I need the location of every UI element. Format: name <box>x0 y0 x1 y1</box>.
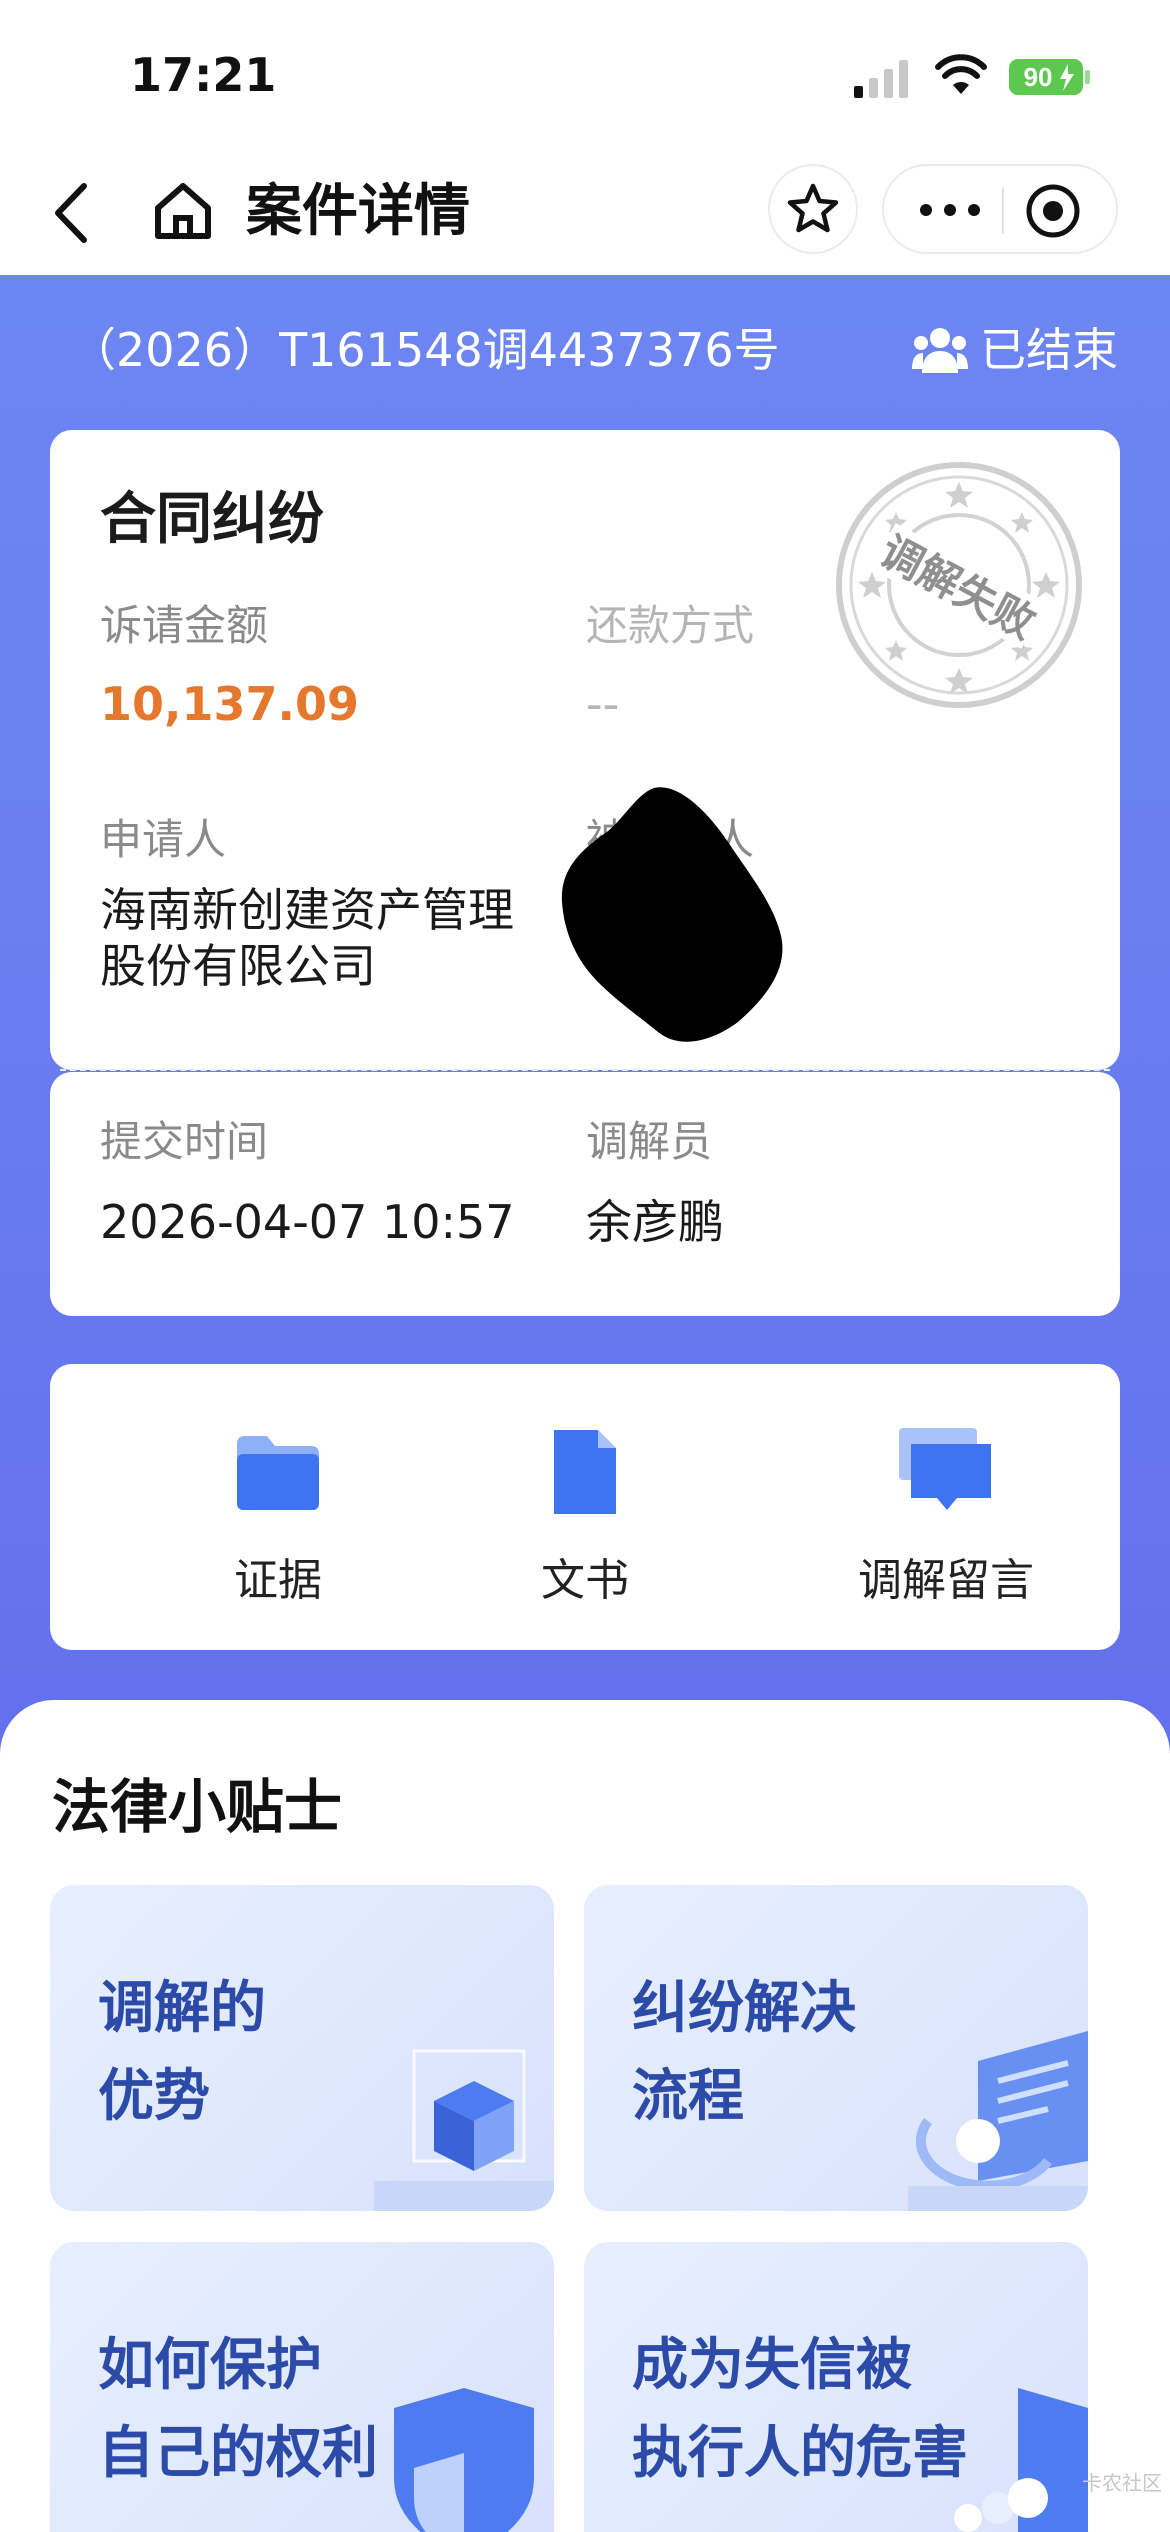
battery-icon: 90 <box>1009 59 1090 95</box>
case-meta-card: 提交时间 2026-04-07 10:57 调解员 余彦鹏 <box>50 1072 1120 1316</box>
battery-level: 90 <box>1024 62 1053 92</box>
case-actions-card: 证据 文书 调解留言 <box>50 1364 1120 1650</box>
tip-card-dishonest-debtor-risks[interactable]: 成为失信被 执行人的危害 <box>584 2242 1088 2532</box>
repayment-method-value: -- <box>586 677 620 731</box>
back-arrow-icon[interactable] <box>44 180 104 246</box>
tip-title: 纠纷解决 流程 <box>632 1976 856 2129</box>
star-icon <box>787 183 839 233</box>
case-detail-page: 17:21 90 案件详情 （2026）T161548调4437376号 已结束… <box>0 0 1170 2532</box>
home-icon[interactable] <box>150 178 216 244</box>
mediation-message-button[interactable]: 调解留言 <box>816 1422 1076 1622</box>
mediation-message-label: 调解留言 <box>858 1555 1034 1606</box>
message-icon <box>899 1428 991 1510</box>
tip-card-protect-rights[interactable]: 如何保护 自己的权利 <box>50 2242 554 2532</box>
shield-illustration-icon <box>394 2388 534 2532</box>
tip-card-mediation-advantages[interactable]: 调解的 优势 <box>50 1885 554 2211</box>
case-status-badge: 已结束 <box>912 320 1118 380</box>
status-bar: 17:21 90 <box>0 0 1170 150</box>
legal-tips-title: 法律小贴士 <box>52 1773 343 1841</box>
claim-amount-label: 诉请金额 <box>100 601 269 650</box>
case-info-card: 合同纠纷 调解失败 诉请金额 10,137.09 还款方式 -- 申请人 海南新… <box>50 430 1120 1070</box>
applicant-value: 海南新创建资产管理 股份有限公司 <box>100 883 514 993</box>
document-icon <box>554 1430 616 1514</box>
capsule-divider <box>1002 188 1004 234</box>
tip-card-dispute-process[interactable]: 纠纷解决 流程 <box>584 1885 1088 2211</box>
legal-tips-section: 法律小贴士 调解的 优势 纠纷解决 流程 如何保护 自己的权利 成为失信被 执行… <box>0 1700 1170 2532</box>
status-time: 17:21 <box>130 48 277 102</box>
redaction-mark <box>561 787 783 1042</box>
mediator-value: 余彦鹏 <box>586 1195 724 1249</box>
people-icon <box>912 328 968 373</box>
tip-title: 如何保护 自己的权利 <box>98 2333 378 2486</box>
evidence-button[interactable]: 证据 <box>168 1422 388 1622</box>
navigation-bar: 案件详情 <box>0 150 1170 275</box>
signal-icon <box>854 60 908 98</box>
repayment-method-label: 还款方式 <box>586 601 755 650</box>
mediation-failed-stamp: 调解失败 <box>836 462 1082 708</box>
card-separator <box>60 1069 1110 1071</box>
case-status-text: 已结束 <box>980 323 1118 377</box>
case-number: （2026）T161548调4437376号 <box>70 323 780 377</box>
watermark: 卡农社区 <box>1082 2471 1162 2495</box>
mediator-label: 调解员 <box>586 1117 713 1166</box>
page-title: 案件详情 <box>246 179 470 244</box>
case-type: 合同纠纷 <box>100 487 324 552</box>
documents-button[interactable]: 文书 <box>475 1422 695 1622</box>
cube-illustration-icon <box>374 2049 554 2211</box>
shield-warning-illustration-icon <box>954 2388 1088 2532</box>
mini-program-capsule <box>882 164 1118 254</box>
applicant-label: 申请人 <box>100 815 227 864</box>
favorite-button[interactable] <box>768 164 858 254</box>
claim-amount-value: 10,137.09 <box>100 677 359 731</box>
evidence-label: 证据 <box>234 1555 322 1606</box>
more-icon[interactable] <box>914 186 986 234</box>
submit-time-label: 提交时间 <box>100 1117 269 1166</box>
folder-icon <box>237 1436 319 1510</box>
documents-label: 文书 <box>541 1555 629 1606</box>
close-target-icon[interactable] <box>1024 182 1082 240</box>
screen-illustration-icon <box>908 2031 1088 2211</box>
tip-title: 调解的 优势 <box>98 1976 266 2129</box>
submit-time-value: 2026-04-07 10:57 <box>100 1195 515 1249</box>
wifi-icon <box>935 54 987 94</box>
